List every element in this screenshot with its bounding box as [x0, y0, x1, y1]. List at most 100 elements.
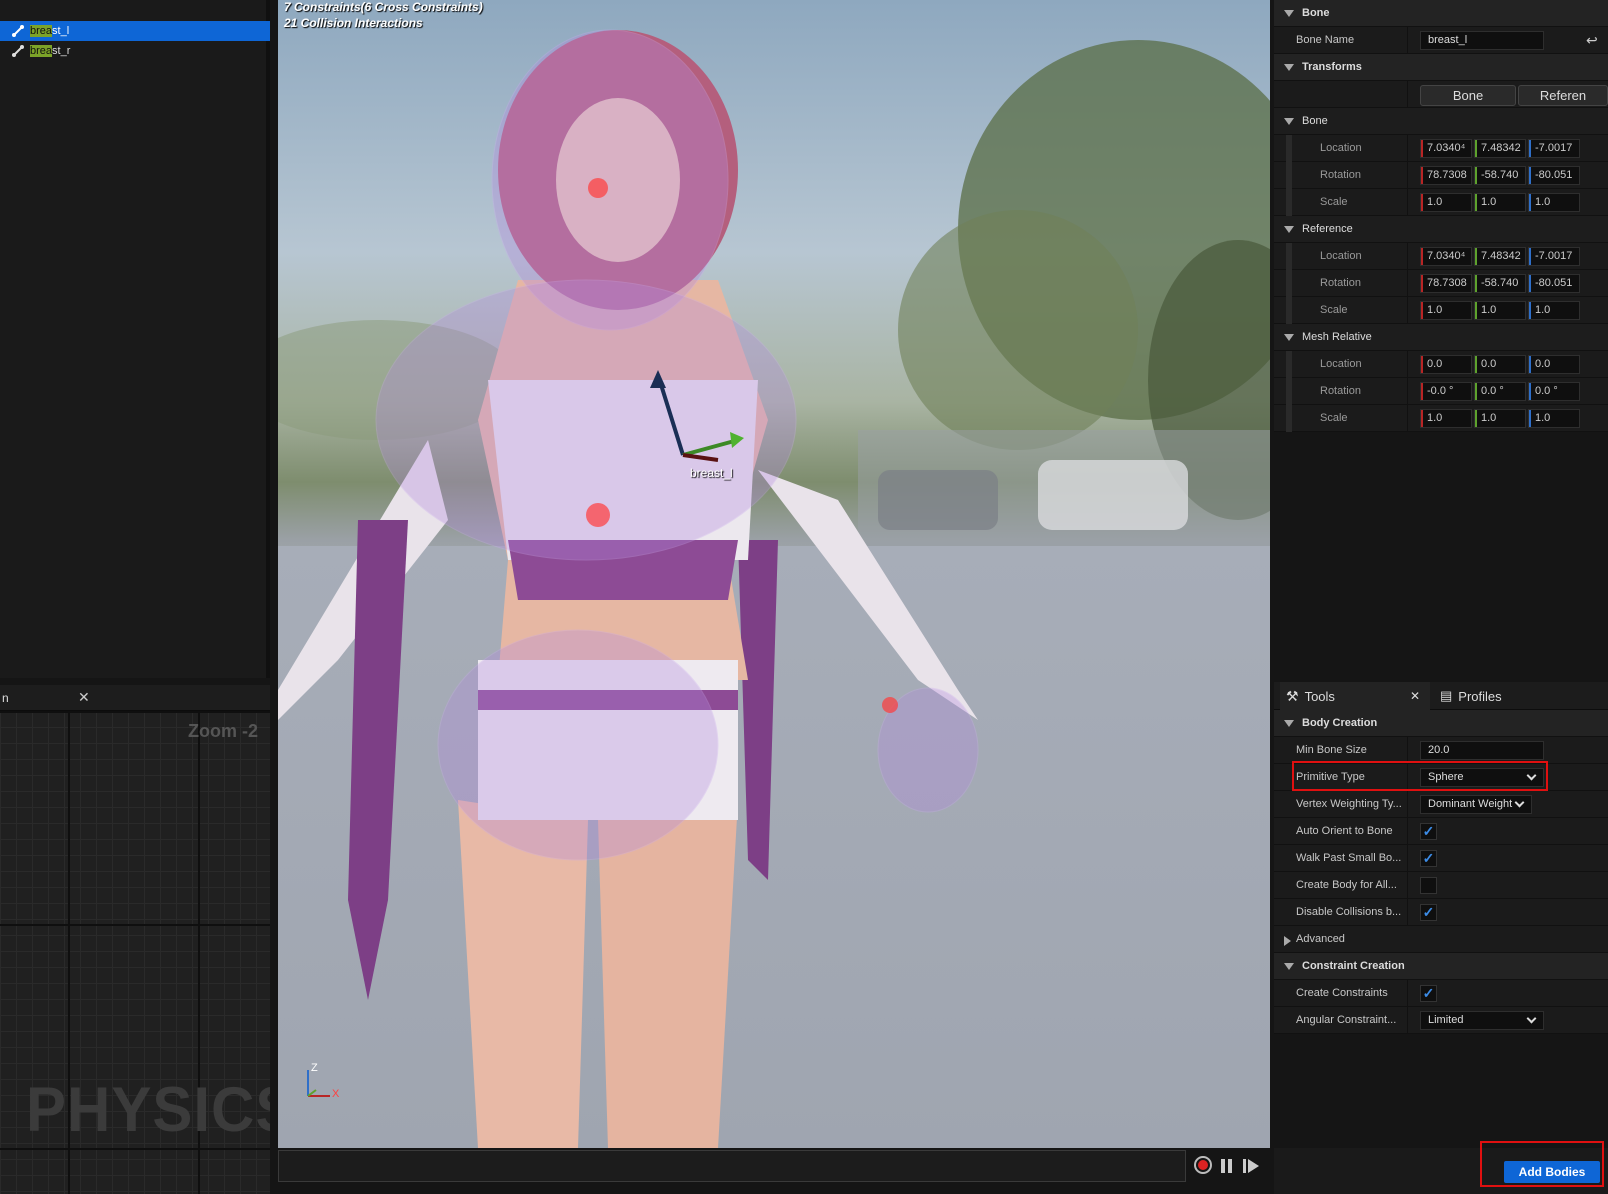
close-icon[interactable]: ✕: [1410, 689, 1420, 703]
create-constraints-checkbox[interactable]: ✓: [1420, 985, 1437, 1002]
viewport[interactable]: 7 Constraints(6 Cross Constraints) 21 Co…: [278, 0, 1270, 1148]
group-bone[interactable]: Bone: [1274, 108, 1608, 135]
group-title: Mesh Relative: [1302, 331, 1372, 343]
group-title: Reference: [1302, 223, 1353, 235]
tree-item-match: brea: [30, 45, 53, 57]
x-field[interactable]: 7.0340⁴: [1420, 139, 1472, 158]
row-label: Rotation: [1320, 169, 1361, 181]
record-icon: [1198, 1160, 1208, 1170]
z-field[interactable]: -80.051: [1528, 274, 1580, 293]
min-bone-size-field[interactable]: 20.0: [1420, 741, 1544, 760]
bone-rotation-row: Rotation 78.7308 -58.740 -80.051: [1274, 162, 1608, 189]
zoom-level: Zoom -2: [188, 721, 258, 741]
bone-icon: [10, 23, 26, 39]
tab-profiles-label: Profiles: [1458, 688, 1502, 704]
section-constraint-creation[interactable]: Constraint Creation: [1274, 953, 1608, 980]
reset-icon[interactable]: ↩: [1586, 32, 1598, 49]
y-field[interactable]: -58.740: [1474, 166, 1526, 185]
reference-mode-button[interactable]: Referen: [1518, 85, 1608, 106]
tab-tools[interactable]: ⚒ Tools ✕: [1280, 682, 1430, 710]
constraint-graph[interactable]: Zoom -2 PHYSICS: [0, 711, 270, 1194]
collapse-icon: [1284, 719, 1294, 727]
group-reference[interactable]: Reference: [1274, 216, 1608, 243]
disable-collisions-row: Disable Collisions b... ✓: [1274, 899, 1608, 926]
vertex-weighting-label: Vertex Weighting Ty...: [1296, 798, 1402, 810]
transform-mode-row: Bone Referen: [1274, 81, 1608, 108]
z-field[interactable]: 1.0: [1528, 301, 1580, 320]
graph-tab-label[interactable]: n: [2, 691, 9, 705]
vertex-weighting-value: Dominant Weight: [1428, 798, 1513, 810]
reference-scale-row: Scale 1.0 1.0 1.0: [1274, 297, 1608, 324]
x-field[interactable]: 1.0: [1420, 409, 1472, 428]
row-label: Rotation: [1320, 385, 1361, 397]
section-bone[interactable]: Bone: [1274, 0, 1608, 27]
timeline-track[interactable]: [278, 1150, 1186, 1182]
chevron-down-icon: [1514, 797, 1525, 808]
advanced-label: Advanced: [1296, 933, 1345, 945]
z-field[interactable]: -80.051: [1528, 166, 1580, 185]
collision-info: 21 Collision Interactions: [284, 16, 423, 30]
vertex-weighting-dropdown[interactable]: Dominant Weight: [1420, 795, 1532, 814]
pause-button[interactable]: [1220, 1158, 1234, 1174]
tree-item-breast-r[interactable]: brea st_r: [0, 41, 270, 61]
min-bone-size-row: Min Bone Size 20.0: [1274, 737, 1608, 764]
angular-constraint-dropdown[interactable]: Limited: [1420, 1011, 1544, 1030]
z-field[interactable]: 0.0: [1528, 355, 1580, 374]
physics-watermark: PHYSICS: [26, 1074, 270, 1145]
y-field[interactable]: 1.0: [1474, 301, 1526, 320]
bone-mode-button[interactable]: Bone: [1420, 85, 1516, 106]
bone-scale-row: Scale 1.0 1.0 1.0: [1274, 189, 1608, 216]
walk-past-checkbox[interactable]: ✓: [1420, 850, 1437, 867]
step-forward-icon: [1243, 1159, 1259, 1173]
close-icon[interactable]: ✕: [78, 689, 90, 706]
row-label: Scale: [1320, 196, 1348, 208]
section-body-creation[interactable]: Body Creation: [1274, 710, 1608, 737]
tools-panel: ⚒ Tools ✕ ▤ Profiles Body Creation Min B…: [1274, 682, 1608, 1194]
auto-orient-checkbox[interactable]: ✓: [1420, 823, 1437, 840]
tab-tools-label: Tools: [1304, 688, 1335, 704]
group-mesh-relative[interactable]: Mesh Relative: [1274, 324, 1608, 351]
y-field[interactable]: 0.0: [1474, 355, 1526, 374]
x-field[interactable]: 7.0340⁴: [1420, 247, 1472, 266]
record-button[interactable]: [1194, 1156, 1212, 1174]
x-field[interactable]: 78.7308: [1420, 166, 1472, 185]
z-field[interactable]: 0.0 °: [1528, 382, 1580, 401]
skeleton-tree-panel: brea st_l brea st_r: [0, 0, 270, 678]
graph-tab-bar: n ✕: [0, 685, 270, 711]
y-field[interactable]: 7.48342: [1474, 139, 1526, 158]
tab-profiles[interactable]: ▤ Profiles: [1440, 682, 1540, 710]
angular-constraint-label: Angular Constraint...: [1296, 1014, 1397, 1026]
x-field[interactable]: 0.0: [1420, 355, 1472, 374]
z-field[interactable]: -7.0017: [1528, 139, 1580, 158]
disable-collisions-checkbox[interactable]: ✓: [1420, 904, 1437, 921]
collapse-icon: [1284, 225, 1294, 233]
tree-item-match: brea: [30, 25, 53, 37]
y-field[interactable]: 0.0 °: [1474, 382, 1526, 401]
z-field[interactable]: -7.0017: [1528, 247, 1580, 266]
row-label: Location: [1320, 358, 1362, 370]
x-field[interactable]: 78.7308: [1420, 274, 1472, 293]
x-field[interactable]: -0.0 °: [1420, 382, 1472, 401]
pause-icon: [1221, 1159, 1232, 1173]
z-field[interactable]: 1.0: [1528, 409, 1580, 428]
row-label: Location: [1320, 250, 1362, 262]
tree-item-label: st_l: [52, 25, 70, 37]
tools-tab-bar: ⚒ Tools ✕ ▤ Profiles: [1274, 682, 1608, 710]
mesh-location-row: Location 0.0 0.0 0.0: [1274, 351, 1608, 378]
y-field[interactable]: -58.740: [1474, 274, 1526, 293]
advanced-row[interactable]: Advanced: [1274, 926, 1608, 953]
x-field[interactable]: 1.0: [1420, 301, 1472, 320]
row-label: Scale: [1320, 304, 1348, 316]
y-field[interactable]: 1.0: [1474, 193, 1526, 212]
create-body-checkbox[interactable]: [1420, 877, 1437, 894]
angular-constraint-value: Limited: [1428, 1014, 1464, 1026]
y-field[interactable]: 7.48342: [1474, 247, 1526, 266]
y-field[interactable]: 1.0: [1474, 409, 1526, 428]
section-transforms[interactable]: Transforms: [1274, 54, 1608, 81]
min-bone-size-label: Min Bone Size: [1296, 744, 1367, 756]
tree-item-breast-l[interactable]: brea st_l: [0, 21, 270, 41]
x-field[interactable]: 1.0: [1420, 193, 1472, 212]
bone-name-field[interactable]: breast_l: [1420, 31, 1544, 50]
step-forward-button[interactable]: [1242, 1158, 1260, 1174]
z-field[interactable]: 1.0: [1528, 193, 1580, 212]
